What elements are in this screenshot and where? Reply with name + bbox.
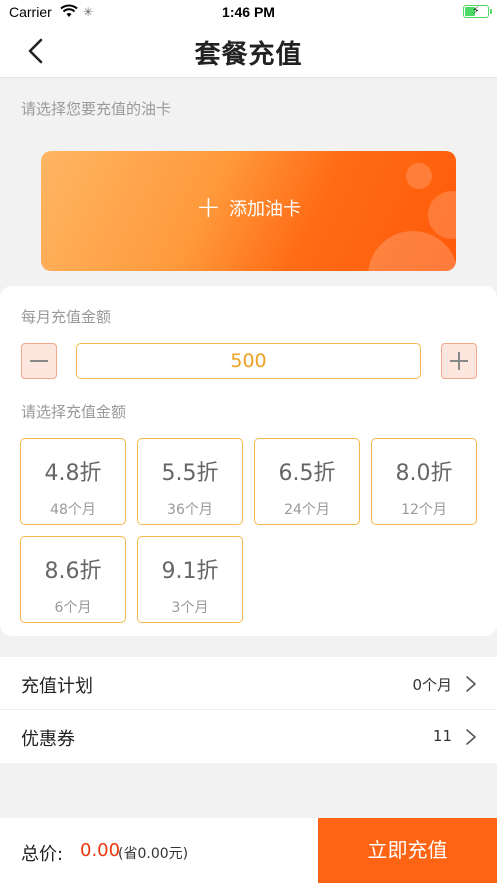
- oil-card-section: 请选择您要充值的油卡 + 添加油卡: [0, 78, 497, 288]
- add-card-label: 添加油卡: [229, 199, 302, 220]
- coupon-value: 11: [432, 727, 452, 745]
- option-rate: 9.1折: [161, 559, 219, 584]
- option-months: 36个月: [167, 502, 213, 518]
- recharge-now-button[interactable]: 立即充值: [318, 818, 497, 883]
- minus-icon: [30, 360, 48, 362]
- option-rate: 8.0折: [395, 461, 453, 486]
- settings-list: 充值计划 0个月 优惠券 11: [0, 657, 497, 763]
- recharge-plan-value: 0个月: [412, 676, 452, 694]
- coupon-label: 优惠券: [21, 729, 75, 750]
- coupon-row[interactable]: 优惠券 11: [0, 710, 497, 763]
- option-rate: 8.6折: [44, 559, 102, 584]
- discount-option[interactable]: 4.8折 48个月: [20, 438, 126, 525]
- plus-icon: +: [195, 190, 222, 225]
- choose-amount-label: 请选择充值金额: [21, 403, 127, 421]
- battery-charging-icon: ⚡: [463, 4, 492, 18]
- plus-icon-vertical: [458, 352, 460, 370]
- select-card-hint: 请选择您要充值的油卡: [21, 100, 172, 118]
- status-bar: Carrier ✳ 1:46 PM ⚡: [0, 0, 497, 24]
- option-months: 3个月: [171, 600, 209, 616]
- total-price-label: 总价:: [21, 844, 64, 865]
- navigation-bar: 套餐充值: [0, 24, 497, 78]
- option-rate: 6.5折: [278, 461, 336, 486]
- option-months: 48个月: [50, 502, 96, 518]
- chevron-right-icon: [466, 729, 476, 745]
- option-rate: 5.5折: [161, 461, 219, 486]
- page-title: 套餐充值: [194, 40, 303, 70]
- checkout-bar: 总价: 0.00 (省0.00元) 立即充值: [0, 818, 497, 883]
- amount-input[interactable]: 500: [76, 343, 421, 379]
- option-months: 12个月: [401, 502, 447, 518]
- add-card-content: + 添加油卡: [41, 190, 456, 225]
- savings-text: (省0.00元): [118, 846, 189, 862]
- total-price-value: 0.00: [80, 840, 121, 861]
- monthly-amount-label: 每月充值金额: [21, 308, 112, 326]
- amount-panel: 每月充值金额 500 请选择充值金额 4.8折 48个月 5.5折 36个月 6…: [0, 286, 497, 636]
- discount-option[interactable]: 8.0折 12个月: [371, 438, 477, 525]
- decrease-amount-button[interactable]: [21, 343, 57, 379]
- chevron-right-icon: [466, 676, 476, 692]
- add-oil-card-button[interactable]: + 添加油卡: [41, 151, 456, 271]
- option-rate: 4.8折: [44, 461, 102, 486]
- discount-option[interactable]: 6.5折 24个月: [254, 438, 360, 525]
- recharge-plan-label: 充值计划: [21, 676, 93, 697]
- decorative-bubble: [406, 163, 432, 189]
- discount-option[interactable]: 5.5折 36个月: [137, 438, 243, 525]
- discount-option[interactable]: 9.1折 3个月: [137, 536, 243, 623]
- status-time: 1:46 PM: [222, 4, 275, 20]
- recharge-plan-row[interactable]: 充值计划 0个月: [0, 657, 497, 710]
- option-months: 6个月: [54, 600, 92, 616]
- discount-option[interactable]: 8.6折 6个月: [20, 536, 126, 623]
- option-months: 24个月: [284, 502, 330, 518]
- increase-amount-button[interactable]: [441, 343, 477, 379]
